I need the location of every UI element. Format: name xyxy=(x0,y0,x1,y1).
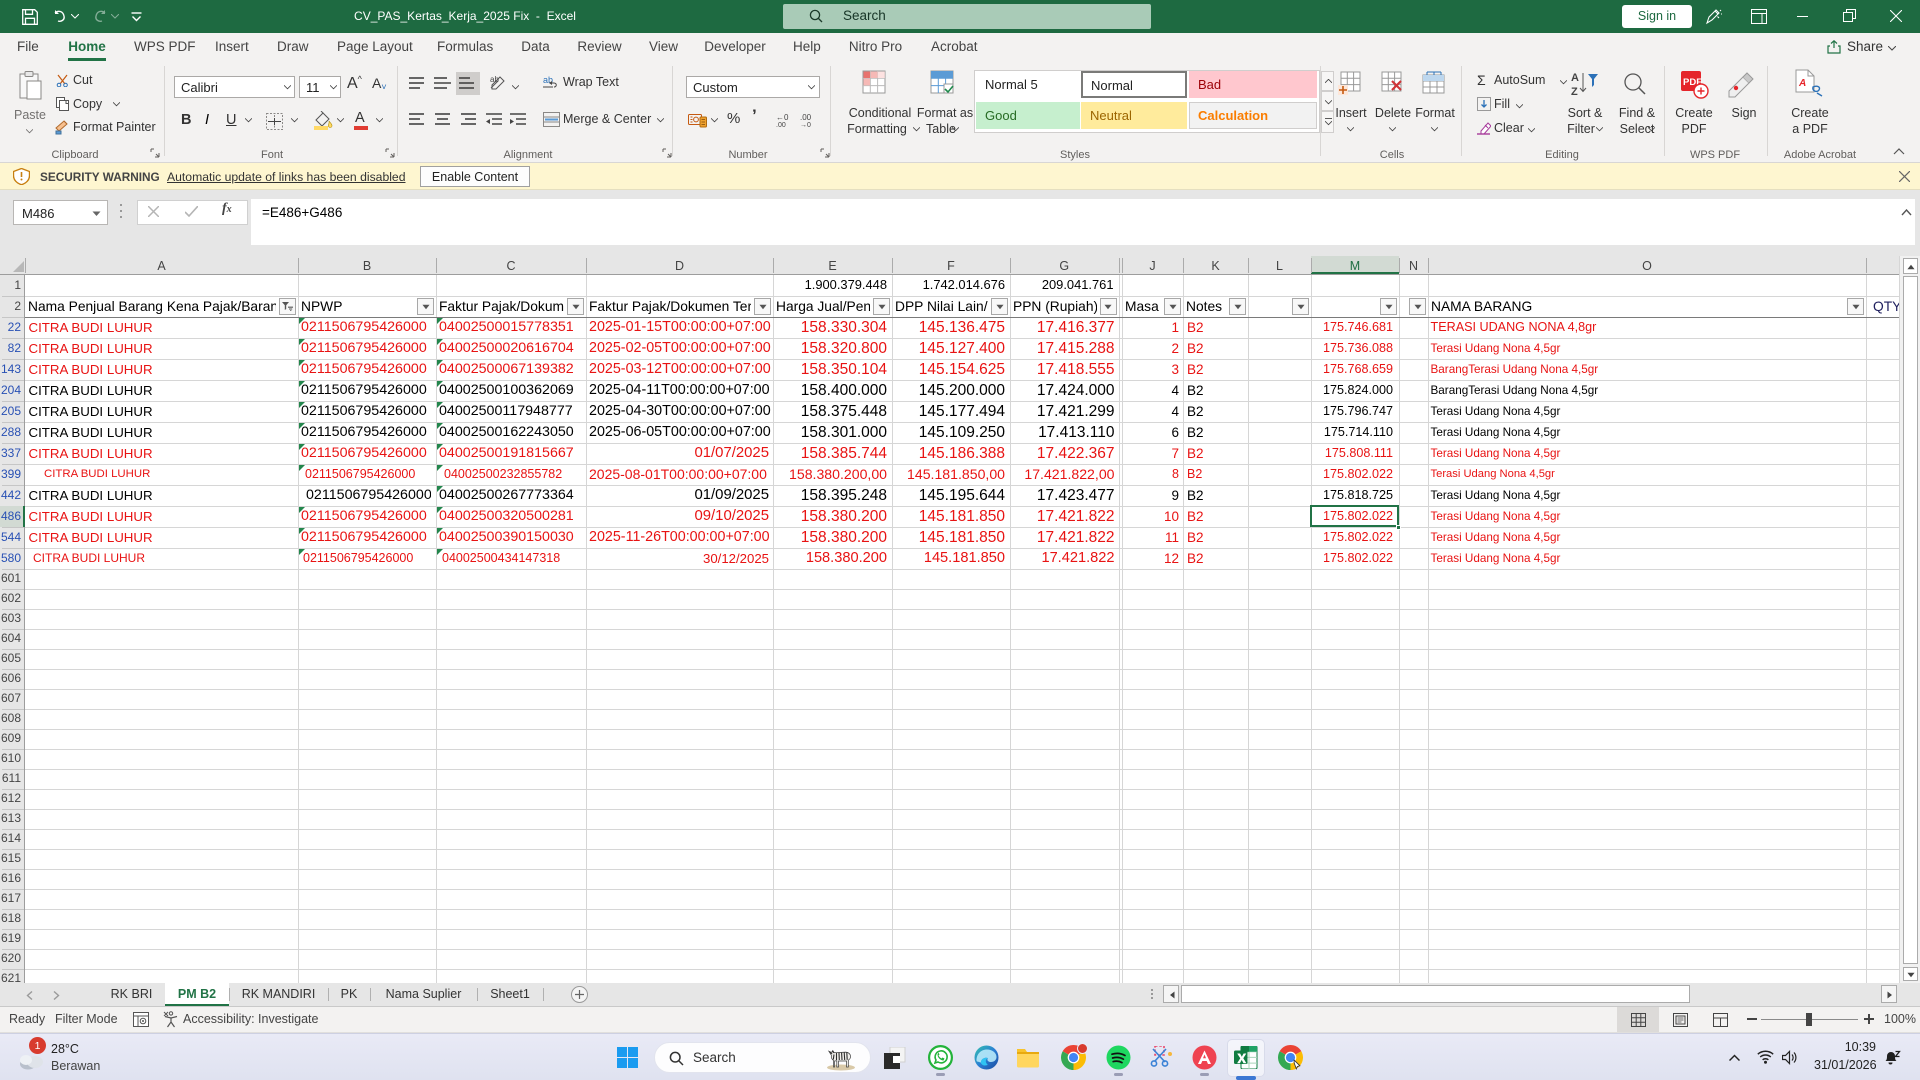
svg-text:Z: Z xyxy=(1571,86,1578,97)
svg-text:A: A xyxy=(1798,78,1806,89)
svg-text:A: A xyxy=(1571,72,1579,84)
